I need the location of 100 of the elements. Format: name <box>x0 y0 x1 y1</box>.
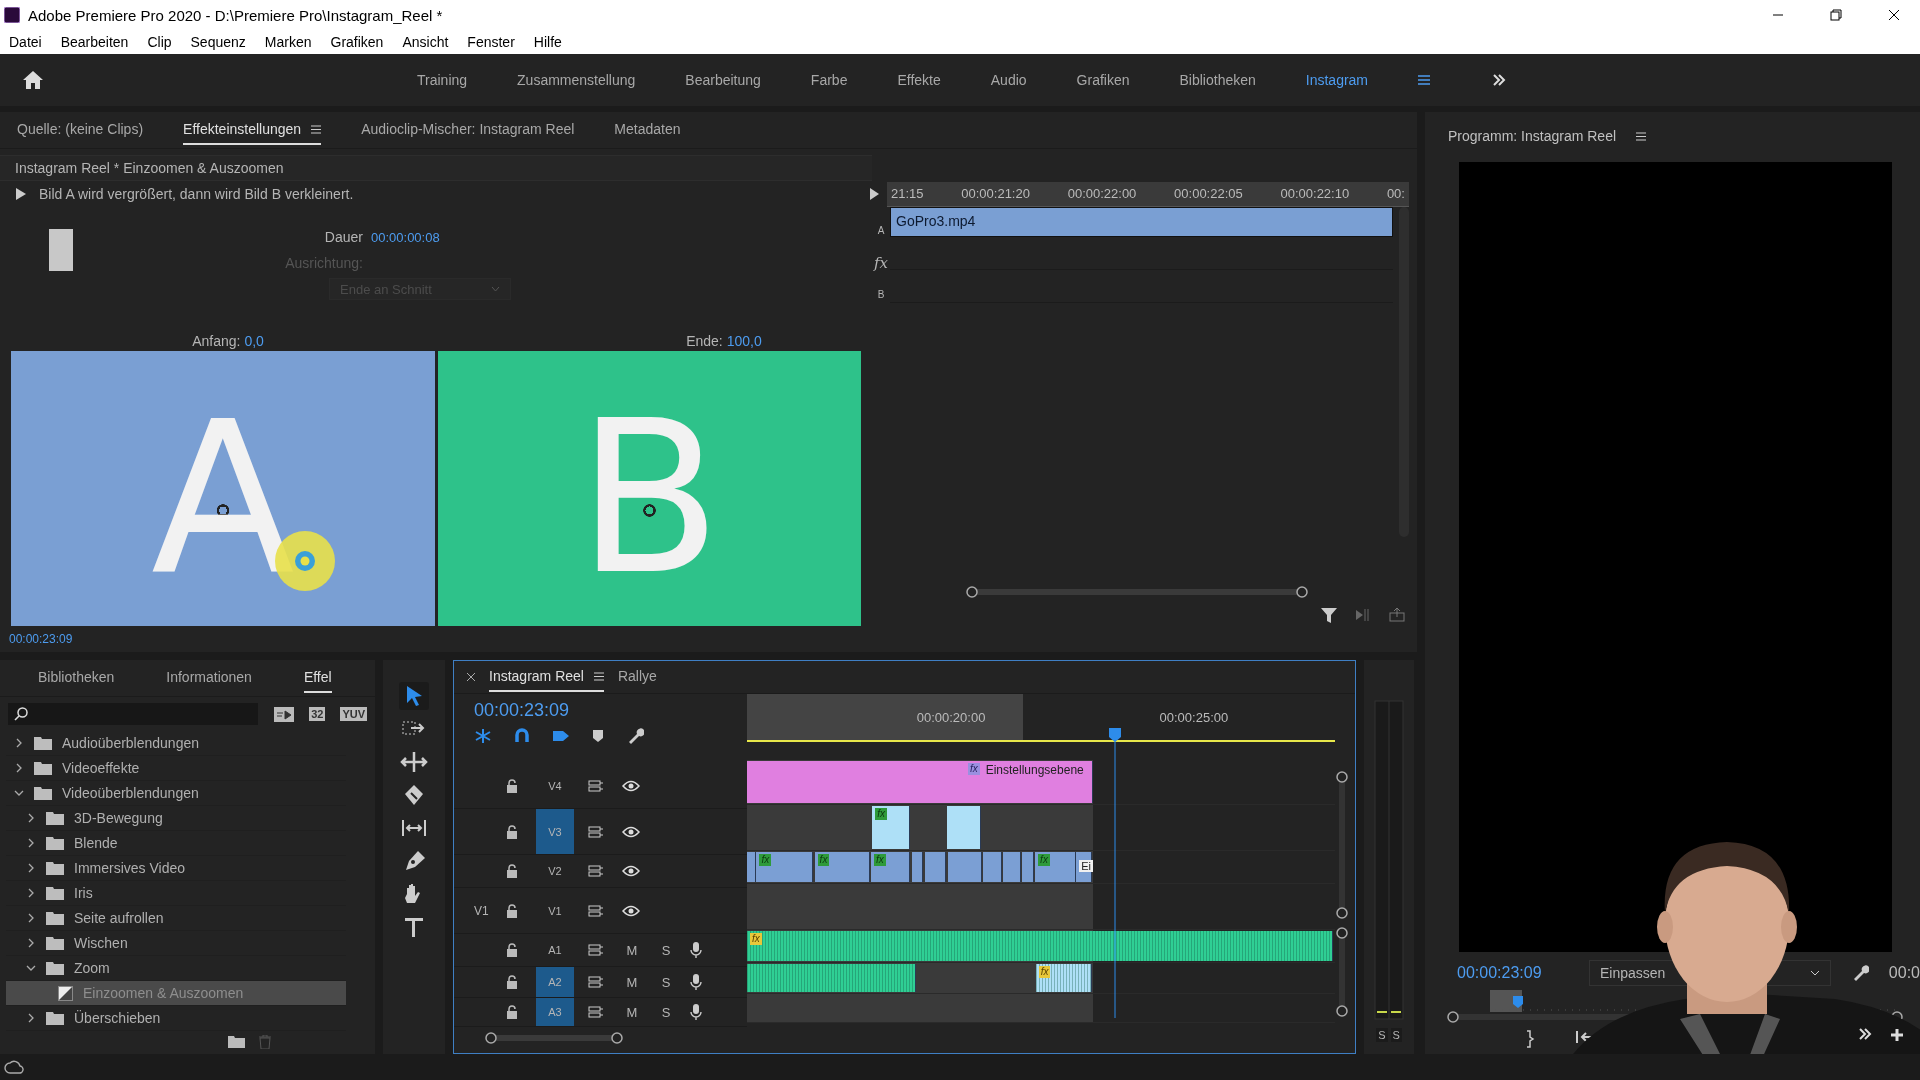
duration-value[interactable]: 00:00:00:08 <box>371 229 440 245</box>
play-only-icon[interactable] <box>1355 608 1371 622</box>
panel-tab[interactable]: Audioclip-Mischer: Instagram Reel <box>361 115 575 145</box>
lock-icon[interactable] <box>506 903 518 918</box>
play-icon[interactable] <box>870 188 879 200</box>
restore-icon[interactable] <box>1830 9 1842 21</box>
clip[interactable]: fx <box>756 852 814 882</box>
microphone-icon[interactable] <box>690 1003 702 1021</box>
clip[interactable]: fx <box>1035 964 1092 992</box>
playhead-timecode[interactable]: 00:00:23:09 <box>1457 964 1569 982</box>
lock-icon[interactable] <box>506 943 518 957</box>
track-toggle[interactable]: M <box>622 1004 642 1020</box>
play-icon[interactable] <box>15 188 27 200</box>
nest-icon[interactable] <box>474 728 492 744</box>
accelerated-effects-icon[interactable] <box>273 705 295 723</box>
clip[interactable] <box>747 852 756 882</box>
tree-item[interactable]: Überschieben <box>6 1006 346 1031</box>
menu-item[interactable]: Hilfe <box>533 34 562 50</box>
workspace-tab[interactable]: Training <box>417 72 468 88</box>
track-target[interactable]: A2 <box>536 967 574 997</box>
eye-icon[interactable] <box>622 825 640 838</box>
clip[interactable] <box>1003 852 1021 882</box>
workspace-tab[interactable]: Grafiken <box>1076 72 1130 88</box>
workspace-tab[interactable]: Bibliotheken <box>1179 72 1256 88</box>
menu-item[interactable]: Grafiken <box>330 34 384 50</box>
sync-lock-icon[interactable] <box>588 944 604 956</box>
workspace-tab[interactable]: Zusammenstellung <box>517 72 636 88</box>
menu-item[interactable]: Sequenz <box>190 34 246 50</box>
zoom-scrollbar[interactable] <box>484 1031 624 1045</box>
filter-badge[interactable]: YUV <box>340 707 367 721</box>
tree-item[interactable]: Blende <box>6 831 346 856</box>
menu-item[interactable]: Ansicht <box>402 34 449 50</box>
clip[interactable]: GoPro3.mp4 <box>890 207 1393 237</box>
monitor-title[interactable]: Programm: Instagram Reel <box>1448 128 1617 144</box>
eye-icon[interactable] <box>622 865 640 877</box>
track-toggle[interactable]: M <box>622 942 642 958</box>
end-value[interactable]: 100,0 <box>726 333 762 349</box>
source-track-label[interactable]: V1 <box>474 903 489 918</box>
selection-tool-icon[interactable] <box>399 682 429 710</box>
panel-tab[interactable]: Informationen <box>166 663 252 693</box>
clip[interactable] <box>947 852 982 882</box>
workspace-tab[interactable]: Farbe <box>810 72 848 88</box>
sequence-tab[interactable]: Instagram Reel <box>489 662 604 692</box>
track-target[interactable]: V4 <box>536 764 574 808</box>
add-button-icon[interactable] <box>1890 1028 1904 1042</box>
clip[interactable] <box>747 964 917 992</box>
clip[interactable]: fx <box>871 852 911 882</box>
marker-icon[interactable] <box>592 729 604 743</box>
clip[interactable] <box>911 852 924 882</box>
track-target[interactable]: A3 <box>536 998 574 1026</box>
tree-item[interactable]: Seite aufrollen <box>6 906 346 931</box>
overflow-icon[interactable] <box>1858 1028 1872 1040</box>
close-icon[interactable] <box>467 673 475 681</box>
tree-item[interactable]: Audioüberblendungen <box>6 731 346 756</box>
microphone-icon[interactable] <box>690 973 702 991</box>
sequence-timecode[interactable]: 00:00:23:09 <box>474 700 747 721</box>
scrollbar[interactable] <box>1399 207 1409 537</box>
microphone-icon[interactable] <box>690 941 702 959</box>
clip[interactable] <box>925 852 947 882</box>
workspace-tab[interactable]: Instagram <box>1305 72 1369 88</box>
clip[interactable]: fx Einstellungsebene <box>747 761 1093 803</box>
track-toggle[interactable]: S <box>656 974 676 990</box>
start-value[interactable]: 0,0 <box>244 333 264 349</box>
clip[interactable]: fx <box>747 931 1334 961</box>
tree-item[interactable]: Videoüberblendungen <box>6 781 346 806</box>
panel-tab[interactable]: Bibliotheken <box>38 663 115 693</box>
overflow-icon[interactable] <box>1492 74 1507 86</box>
home-icon[interactable] <box>22 70 44 90</box>
workspace-tab[interactable]: Bearbeitung <box>685 72 761 88</box>
time-ruler[interactable]: 21:15 00:00:21:20 00:00:22:00 00:00:22:05 00:00:22:10 00: <box>887 181 1409 207</box>
search-field[interactable] <box>8 703 259 725</box>
sync-lock-icon[interactable] <box>588 825 604 838</box>
track-target[interactable]: V3 <box>536 809 574 854</box>
clip[interactable] <box>946 806 981 849</box>
playhead[interactable] <box>1108 728 1123 1018</box>
lock-icon[interactable] <box>506 864 518 878</box>
lock-icon[interactable] <box>506 824 518 839</box>
sync-lock-icon[interactable] <box>588 904 604 917</box>
solo-button[interactable]: S <box>1376 1028 1388 1042</box>
track-target[interactable]: V1 <box>536 888 574 933</box>
track-toggle[interactable]: S <box>656 1004 676 1020</box>
panel-tab[interactable]: Effekteinstellungen <box>183 115 322 145</box>
panel-tab[interactable]: Quelle: (keine Clips) <box>17 115 144 145</box>
panel-tab[interactable]: Metadaten <box>614 115 681 145</box>
clip[interactable]: fx <box>872 806 911 849</box>
time-ruler[interactable]: 00:00:20:00 00:00:25:00 <box>747 694 1335 742</box>
tree-item[interactable]: 3D-Bewegung <box>6 806 346 831</box>
menu-item[interactable]: Datei <box>9 34 42 50</box>
creative-cloud-icon[interactable] <box>4 1060 24 1074</box>
menu-item[interactable]: Marken <box>264 34 312 50</box>
menu-item[interactable]: Bearbeiten <box>60 34 129 50</box>
close-icon[interactable] <box>1888 9 1900 21</box>
panel-menu-icon[interactable] <box>311 124 322 134</box>
track-target[interactable]: V2 <box>536 855 574 887</box>
panel-tab[interactable]: Effel <box>303 663 332 693</box>
clip[interactable]: fx <box>1035 852 1077 882</box>
solo-button[interactable]: S <box>1390 1028 1402 1042</box>
sync-lock-icon[interactable] <box>588 865 604 877</box>
linked-selection-icon[interactable] <box>552 728 570 744</box>
track-toggle[interactable]: S <box>656 942 676 958</box>
